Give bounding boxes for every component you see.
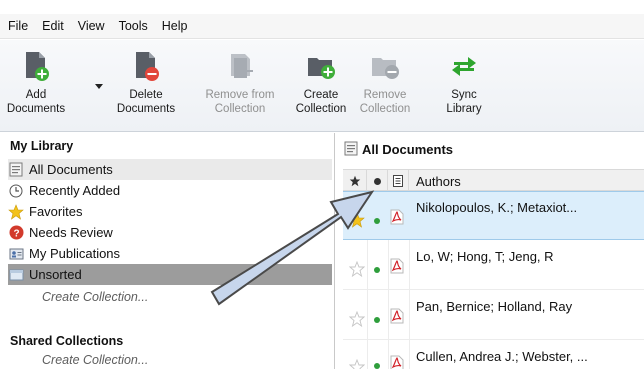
clock-icon bbox=[8, 183, 24, 199]
unsorted-icon bbox=[8, 267, 24, 283]
favorite-star-outline-icon[interactable] bbox=[349, 311, 365, 327]
create-collection-icon bbox=[308, 58, 335, 79]
library-item-favorites[interactable]: Favorites bbox=[8, 201, 332, 222]
library-item-label: Recently Added bbox=[29, 183, 121, 198]
library-item-unsorted[interactable]: Unsorted bbox=[8, 264, 332, 285]
pdf-icon[interactable] bbox=[390, 308, 404, 324]
pdf-icon[interactable] bbox=[390, 355, 404, 369]
all-documents-icon bbox=[344, 141, 358, 159]
document-row[interactable]: Nikolopoulos, K.; Metaxiot... bbox=[343, 191, 644, 240]
create-collection-link[interactable]: Create Collection... bbox=[42, 290, 148, 304]
library-item-label: My Publications bbox=[29, 246, 121, 261]
menu-view[interactable]: View bbox=[78, 19, 105, 33]
read-status-dot bbox=[374, 363, 380, 369]
menu-help[interactable]: Help bbox=[162, 19, 188, 33]
favorite-column-header[interactable] bbox=[343, 170, 367, 192]
toolbar: Add Documents Delete Documents Remove from… bbox=[0, 40, 644, 132]
library-item-recently-added[interactable]: Recently Added bbox=[8, 180, 332, 201]
delete-document-icon bbox=[136, 52, 159, 81]
favorite-star-icon[interactable] bbox=[349, 212, 365, 228]
read-status-dot bbox=[374, 218, 380, 224]
library-item-label: Needs Review bbox=[29, 225, 113, 240]
publications-icon bbox=[8, 246, 24, 262]
pdf-icon[interactable] bbox=[390, 209, 404, 225]
remove-collection-icon bbox=[372, 58, 399, 79]
my-library-heading: My Library bbox=[10, 139, 74, 153]
window-top-strip bbox=[0, 0, 644, 14]
documents-title-bar: All Documents bbox=[336, 133, 644, 165]
star-icon bbox=[349, 175, 360, 187]
all-documents-icon bbox=[8, 162, 24, 178]
svg-text:?: ? bbox=[13, 228, 19, 239]
shared-collections-heading: Shared Collections bbox=[10, 334, 124, 348]
read-status-dot bbox=[374, 317, 380, 323]
library-item-label: Unsorted bbox=[29, 267, 82, 282]
add-documents-button[interactable]: Add Documents bbox=[0, 50, 72, 116]
remove-collection-button[interactable]: Remove Collection bbox=[354, 50, 416, 116]
read-status-dot bbox=[374, 267, 380, 273]
document-row[interactable]: Lo, W; Hong, T; Jeng, R bbox=[343, 241, 644, 290]
dot-icon bbox=[373, 177, 381, 185]
document-icon bbox=[393, 175, 403, 187]
sync-icon bbox=[452, 57, 476, 76]
document-authors: Nikolopoulos, K.; Metaxiot... bbox=[416, 200, 578, 215]
shared-create-collection-link[interactable]: Create Collection... bbox=[42, 353, 148, 367]
library-item-my-publications[interactable]: My Publications bbox=[8, 243, 332, 264]
document-row[interactable]: Pan, Bernice; Holland, Ray bbox=[343, 291, 644, 340]
documents-title: All Documents bbox=[362, 141, 454, 157]
add-documents-dropdown-arrow[interactable] bbox=[95, 84, 103, 89]
read-status-column-header[interactable] bbox=[367, 170, 388, 192]
create-collection-button[interactable]: Create Collection bbox=[290, 50, 352, 116]
document-authors: Cullen, Andrea J.; Webster, ... bbox=[416, 349, 588, 364]
document-authors: Pan, Bernice; Holland, Ray bbox=[416, 299, 573, 314]
review-icon: ? bbox=[8, 225, 24, 241]
remove-from-collection-button[interactable]: Remove from Collection bbox=[194, 50, 286, 116]
menu-tools[interactable]: Tools bbox=[119, 19, 148, 33]
favorite-star-outline-icon[interactable] bbox=[349, 261, 365, 277]
documents-pane: All Documents Authors Nikolopoulos, K.; … bbox=[336, 133, 644, 369]
library-pane: My Library All Documents Recently Added … bbox=[0, 133, 335, 369]
menu-file[interactable]: File bbox=[8, 19, 28, 33]
remove-from-collection-icon bbox=[231, 54, 253, 78]
column-header-row: Authors bbox=[343, 169, 644, 192]
library-item-all-documents[interactable]: All Documents bbox=[8, 159, 332, 180]
library-item-label: Favorites bbox=[29, 204, 83, 219]
delete-documents-button[interactable]: Delete Documents bbox=[106, 50, 186, 116]
library-item-label: All Documents bbox=[29, 162, 113, 177]
add-document-icon bbox=[26, 52, 49, 81]
pdf-icon[interactable] bbox=[390, 258, 404, 274]
sync-library-button[interactable]: Sync Library bbox=[436, 50, 492, 116]
favorite-star-outline-icon[interactable] bbox=[349, 359, 365, 369]
menu-edit[interactable]: Edit bbox=[42, 19, 64, 33]
authors-column-header[interactable]: Authors bbox=[409, 170, 644, 192]
menu-bar: File Edit View Tools Help bbox=[0, 14, 644, 39]
library-item-needs-review[interactable]: ? Needs Review bbox=[8, 222, 332, 243]
document-row[interactable]: Cullen, Andrea J.; Webster, ... bbox=[343, 341, 644, 369]
document-type-column-header[interactable] bbox=[388, 170, 409, 192]
star-icon bbox=[8, 203, 24, 220]
document-authors: Lo, W; Hong, T; Jeng, R bbox=[416, 249, 554, 264]
